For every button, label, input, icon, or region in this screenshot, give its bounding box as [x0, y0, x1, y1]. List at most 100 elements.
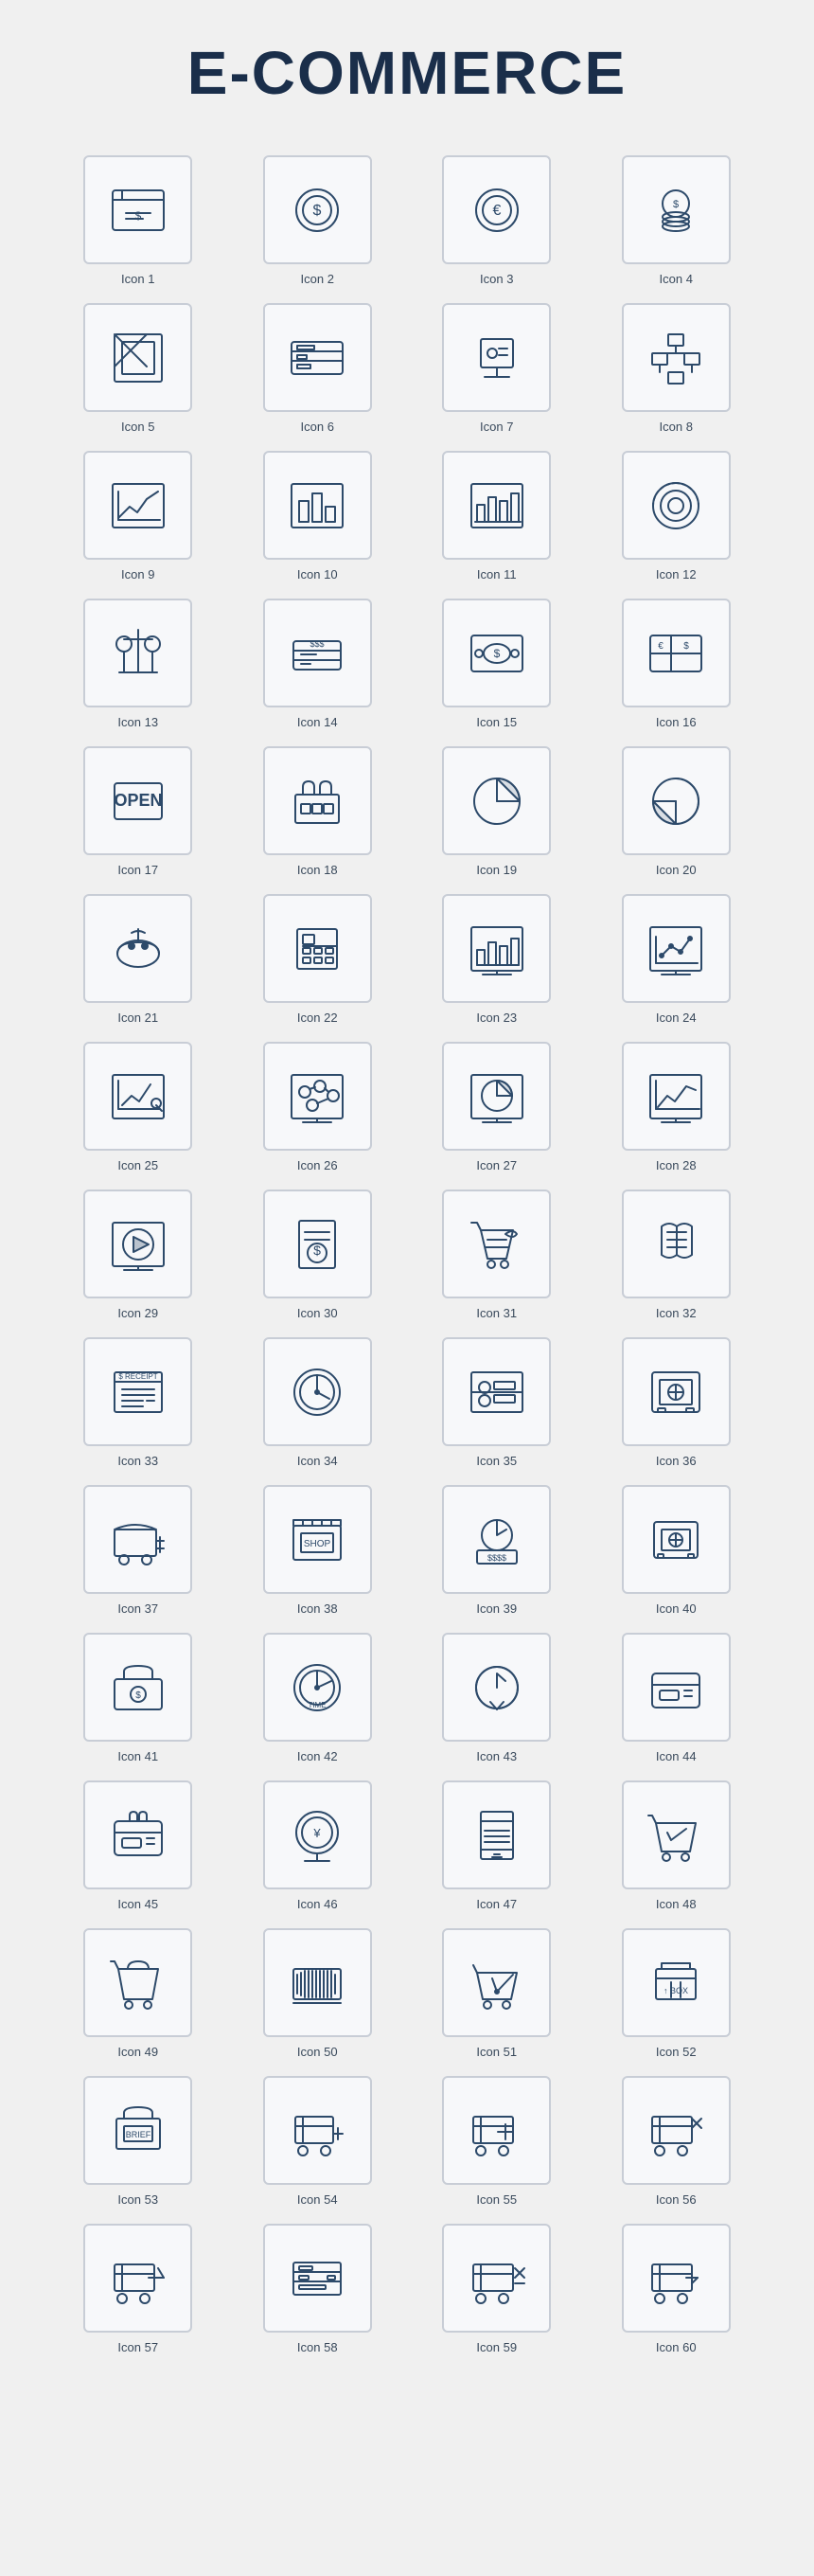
icon-box-60[interactable]: [622, 2224, 731, 2333]
icon-box-16[interactable]: € $: [622, 599, 731, 707]
icon-box-22[interactable]: [263, 894, 372, 1003]
icon-cell-60: Icon 60: [595, 2224, 758, 2354]
icon-box-31[interactable]: [442, 1190, 551, 1298]
icon-cell-28: Icon 28: [595, 1042, 758, 1172]
icon-box-9[interactable]: [83, 451, 192, 560]
icon-box-47[interactable]: [442, 1780, 551, 1889]
page-title: E-COMMERCE: [0, 0, 814, 136]
icon-box-23[interactable]: [442, 894, 551, 1003]
icon-box-41[interactable]: $: [83, 1633, 192, 1742]
icon-cell-58: Icon 58: [237, 2224, 399, 2354]
icon-box-45[interactable]: [83, 1780, 192, 1889]
icon-box-40[interactable]: [622, 1485, 731, 1594]
icon-box-7[interactable]: [442, 303, 551, 412]
icon-cell-16: € $ Icon 16: [595, 599, 758, 729]
icon-box-56[interactable]: [622, 2076, 731, 2185]
icon-box-46[interactable]: ¥: [263, 1780, 372, 1889]
icon-box-43[interactable]: [442, 1633, 551, 1742]
icon-cell-2: $ Icon 2: [237, 155, 399, 286]
icon-box-21[interactable]: [83, 894, 192, 1003]
icon-cell-1: $ Icon 1: [57, 155, 220, 286]
icon-box-19[interactable]: [442, 746, 551, 855]
icon-box-25[interactable]: [83, 1042, 192, 1151]
icon-box-5[interactable]: [83, 303, 192, 412]
icon-cell-13: Icon 13: [57, 599, 220, 729]
icon-box-34[interactable]: [263, 1337, 372, 1446]
icon-cell-11: Icon 11: [416, 451, 578, 581]
icon-cell-45: Icon 45: [57, 1780, 220, 1911]
icon-box-49[interactable]: [83, 1928, 192, 2037]
icon-box-12[interactable]: [622, 451, 731, 560]
svg-text:$: $: [493, 647, 500, 660]
icon-box-36[interactable]: [622, 1337, 731, 1446]
icon-cell-24: Icon 24: [595, 894, 758, 1025]
icon-box-51[interactable]: [442, 1928, 551, 2037]
icon-box-44[interactable]: [622, 1633, 731, 1742]
icon-box-17[interactable]: OPEN: [83, 746, 192, 855]
icon-box-24[interactable]: [622, 894, 731, 1003]
icon-box-27[interactable]: [442, 1042, 551, 1151]
icon-label-17: Icon 17: [117, 863, 158, 877]
icon-cell-38: SHOP Icon 38: [237, 1485, 399, 1616]
icon-box-38[interactable]: SHOP: [263, 1485, 372, 1594]
icon-box-10[interactable]: [263, 451, 372, 560]
icon-label-22: Icon 22: [297, 1011, 338, 1025]
icon-box-55[interactable]: [442, 2076, 551, 2185]
icon-label-41: Icon 41: [117, 1749, 158, 1763]
icon-box-52[interactable]: ↑ BOX: [622, 1928, 731, 2037]
icon-box-42[interactable]: TIME: [263, 1633, 372, 1742]
icon-box-33[interactable]: $ RECEIPT: [83, 1337, 192, 1446]
icon-cell-37: Icon 37: [57, 1485, 220, 1616]
icon-box-37[interactable]: [83, 1485, 192, 1594]
icon-label-5: Icon 5: [121, 420, 154, 434]
icon-box-6[interactable]: [263, 303, 372, 412]
icon-box-15[interactable]: $: [442, 599, 551, 707]
icon-box-13[interactable]: [83, 599, 192, 707]
svg-text:$: $: [313, 203, 322, 219]
icon-box-39[interactable]: $$$$: [442, 1485, 551, 1594]
icon-label-53: Icon 53: [117, 2192, 158, 2207]
icon-box-20[interactable]: [622, 746, 731, 855]
icon-box-59[interactable]: [442, 2224, 551, 2333]
icon-label-54: Icon 54: [297, 2192, 338, 2207]
icon-box-35[interactable]: [442, 1337, 551, 1446]
icon-label-8: Icon 8: [660, 420, 693, 434]
icon-label-23: Icon 23: [476, 1011, 517, 1025]
icon-cell-19: Icon 19: [416, 746, 578, 877]
icon-label-9: Icon 9: [121, 567, 154, 581]
icon-cell-47: Icon 47: [416, 1780, 578, 1911]
svg-text:€: €: [492, 203, 501, 219]
icon-box-53[interactable]: BRIEF: [83, 2076, 192, 2185]
icon-cell-40: Icon 40: [595, 1485, 758, 1616]
icon-box-2[interactable]: $: [263, 155, 372, 264]
icon-box-18[interactable]: [263, 746, 372, 855]
svg-text:$$$: $$$: [310, 639, 325, 649]
svg-text:¥: ¥: [313, 1826, 322, 1840]
icon-label-43: Icon 43: [476, 1749, 517, 1763]
icon-label-10: Icon 10: [297, 567, 338, 581]
icon-box-3[interactable]: €: [442, 155, 551, 264]
icon-box-30[interactable]: $: [263, 1190, 372, 1298]
icon-box-29[interactable]: [83, 1190, 192, 1298]
icon-box-54[interactable]: [263, 2076, 372, 2185]
icon-box-8[interactable]: [622, 303, 731, 412]
icon-cell-15: $ Icon 15: [416, 599, 578, 729]
icon-box-14[interactable]: $$$: [263, 599, 372, 707]
icon-box-32[interactable]: [622, 1190, 731, 1298]
icon-label-13: Icon 13: [117, 715, 158, 729]
icon-box-57[interactable]: [83, 2224, 192, 2333]
icon-box-58[interactable]: [263, 2224, 372, 2333]
svg-text:TIME: TIME: [309, 1701, 327, 1709]
icon-cell-56: Icon 56: [595, 2076, 758, 2207]
icon-box-4[interactable]: $: [622, 155, 731, 264]
icon-cell-8: Icon 8: [595, 303, 758, 434]
icon-box-11[interactable]: [442, 451, 551, 560]
icon-label-18: Icon 18: [297, 863, 338, 877]
icon-box-1[interactable]: $: [83, 155, 192, 264]
icon-box-48[interactable]: [622, 1780, 731, 1889]
icon-box-26[interactable]: [263, 1042, 372, 1151]
icon-box-28[interactable]: [622, 1042, 731, 1151]
icon-box-50[interactable]: [263, 1928, 372, 2037]
icon-cell-41: $ Icon 41: [57, 1633, 220, 1763]
svg-text:€: €: [658, 641, 664, 652]
